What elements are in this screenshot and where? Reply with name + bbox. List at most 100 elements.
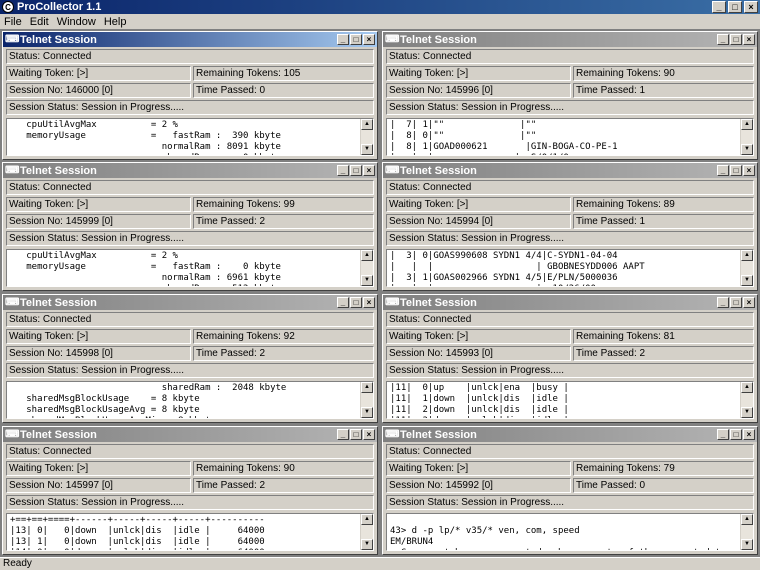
scroll-down-icon[interactable]: ▼ [741,539,753,550]
session-status: Session Status: Session in Progress..... [6,100,374,115]
app-maximize-button[interactable]: □ [728,1,742,13]
session-close-button[interactable]: × [363,34,375,45]
session-close-button[interactable]: × [363,165,375,176]
menu-file[interactable]: File [4,16,22,28]
session-title-bar[interactable]: ⌨ Telnet Session _ □ × [383,163,757,178]
time-passed: Time Passed: 2 [573,346,754,361]
console-output[interactable]: cpuUtilAvgMax = 2 % memoryUsage = fastRa… [6,118,374,156]
telnet-session-window[interactable]: ⌨ Telnet Session _ □ × Status: Connected… [382,162,758,291]
scroll-down-icon[interactable]: ▼ [741,144,753,155]
app-title-bar: C ProCollector 1.1 _ □ × [0,0,760,14]
session-minimize-button[interactable]: _ [717,165,729,176]
console-output[interactable]: | 7| 1|"" |"" | 8| 0|"" |"" | 8| 1|GOAD0… [386,118,754,156]
scroll-up-icon[interactable]: ▲ [361,514,373,525]
remaining-tokens: Remaining Tokens: 92 [193,329,374,344]
console-scrollbar[interactable]: ▲ ▼ [740,514,753,550]
session-minimize-button[interactable]: _ [337,297,349,308]
telnet-session-window[interactable]: ⌨ Telnet Session _ □ × Status: Connected… [2,426,378,555]
session-number: Session No: 145998 [0] [6,346,191,361]
session-close-button[interactable]: × [743,297,755,308]
telnet-session-window[interactable]: ⌨ Telnet Session _ □ × Status: Connected… [2,162,378,291]
session-title: Telnet Session [400,296,477,309]
session-maximize-button[interactable]: □ [730,297,742,308]
session-title-bar[interactable]: ⌨ Telnet Session _ □ × [3,163,377,178]
menu-window[interactable]: Window [57,16,96,28]
session-close-button[interactable]: × [363,429,375,440]
session-minimize-button[interactable]: _ [337,165,349,176]
session-title-bar[interactable]: ⌨ Telnet Session _ □ × [3,295,377,310]
app-minimize-button[interactable]: _ [712,1,726,13]
console-scrollbar[interactable]: ▲ ▼ [740,250,753,286]
console-output[interactable]: 43> d -p lp/* v35/* ven, com, speed EM/B… [386,513,754,551]
scroll-up-icon[interactable]: ▲ [741,250,753,261]
session-minimize-button[interactable]: _ [717,429,729,440]
session-maximize-button[interactable]: □ [350,34,362,45]
session-maximize-button[interactable]: □ [730,165,742,176]
console-scrollbar[interactable]: ▲ ▼ [360,119,373,155]
menu-help[interactable]: Help [104,16,127,28]
time-passed: Time Passed: 2 [193,214,374,229]
scroll-down-icon[interactable]: ▼ [361,144,373,155]
telnet-session-window[interactable]: ⌨ Telnet Session _ □ × Status: Connected… [382,294,758,423]
session-close-button[interactable]: × [743,165,755,176]
time-passed: Time Passed: 0 [193,83,374,98]
telnet-icon: ⌨ [5,164,20,176]
console-scrollbar[interactable]: ▲ ▼ [740,119,753,155]
session-title-bar[interactable]: ⌨ Telnet Session _ □ × [3,32,377,47]
scroll-up-icon[interactable]: ▲ [741,382,753,393]
session-title: Telnet Session [400,428,477,441]
scroll-down-icon[interactable]: ▼ [741,275,753,286]
scroll-down-icon[interactable]: ▼ [361,407,373,418]
scroll-up-icon[interactable]: ▲ [361,119,373,130]
connection-status: Status: Connected [6,444,374,459]
remaining-tokens: Remaining Tokens: 105 [193,66,374,81]
scroll-down-icon[interactable]: ▼ [741,407,753,418]
remaining-tokens: Remaining Tokens: 90 [573,66,754,81]
scroll-down-icon[interactable]: ▼ [361,539,373,550]
session-maximize-button[interactable]: □ [350,165,362,176]
console-output[interactable]: +==+==+====+------+-----+-----+-----+---… [6,513,374,551]
remaining-tokens: Remaining Tokens: 79 [573,461,754,476]
scroll-up-icon[interactable]: ▲ [741,514,753,525]
session-maximize-button[interactable]: □ [730,34,742,45]
console-output[interactable]: |11| 0|up |unlck|ena |busy | |11| 1|down… [386,381,754,419]
console-scrollbar[interactable]: ▲ ▼ [360,514,373,550]
console-output[interactable]: sharedRam : 2048 kbyte sharedMsgBlockUsa… [6,381,374,419]
session-maximize-button[interactable]: □ [730,429,742,440]
telnet-session-window[interactable]: ⌨ Telnet Session _ □ × Status: Connected… [2,294,378,423]
session-title-bar[interactable]: ⌨ Telnet Session _ □ × [383,32,757,47]
session-status: Session Status: Session in Progress..... [386,231,754,246]
menu-edit[interactable]: Edit [30,16,49,28]
scroll-up-icon[interactable]: ▲ [361,382,373,393]
session-minimize-button[interactable]: _ [717,297,729,308]
telnet-session-window[interactable]: ⌨ Telnet Session _ □ × Status: Connected… [2,31,378,160]
scroll-up-icon[interactable]: ▲ [741,119,753,130]
session-title-bar[interactable]: ⌨ Telnet Session _ □ × [3,427,377,442]
app-icon: C [2,1,14,13]
session-title-bar[interactable]: ⌨ Telnet Session _ □ × [383,427,757,442]
session-minimize-button[interactable]: _ [717,34,729,45]
session-close-button[interactable]: × [743,429,755,440]
session-minimize-button[interactable]: _ [337,429,349,440]
scroll-up-icon[interactable]: ▲ [361,250,373,261]
session-maximize-button[interactable]: □ [350,297,362,308]
session-maximize-button[interactable]: □ [350,429,362,440]
console-scrollbar[interactable]: ▲ ▼ [740,382,753,418]
session-title-bar[interactable]: ⌨ Telnet Session _ □ × [383,295,757,310]
telnet-session-window[interactable]: ⌨ Telnet Session _ □ × Status: Connected… [382,31,758,160]
session-minimize-button[interactable]: _ [337,34,349,45]
mdi-workspace: ⌨ Telnet Session _ □ × Status: Connected… [0,29,760,557]
console-scrollbar[interactable]: ▲ ▼ [360,250,373,286]
session-number: Session No: 145996 [0] [386,83,571,98]
scroll-down-icon[interactable]: ▼ [361,275,373,286]
console-output[interactable]: cpuUtilAvgMax = 2 % memoryUsage = fastRa… [6,249,374,287]
session-close-button[interactable]: × [743,34,755,45]
session-close-button[interactable]: × [363,297,375,308]
telnet-icon: ⌨ [385,33,400,45]
console-output[interactable]: | 3| 0|GOAS990608 SYDN1 4/4|C-SYDN1-04-0… [386,249,754,287]
telnet-icon: ⌨ [385,164,400,176]
console-scrollbar[interactable]: ▲ ▼ [360,382,373,418]
telnet-session-window[interactable]: ⌨ Telnet Session _ □ × Status: Connected… [382,426,758,555]
waiting-token: Waiting Token: [>] [6,329,191,344]
app-close-button[interactable]: × [744,1,758,13]
